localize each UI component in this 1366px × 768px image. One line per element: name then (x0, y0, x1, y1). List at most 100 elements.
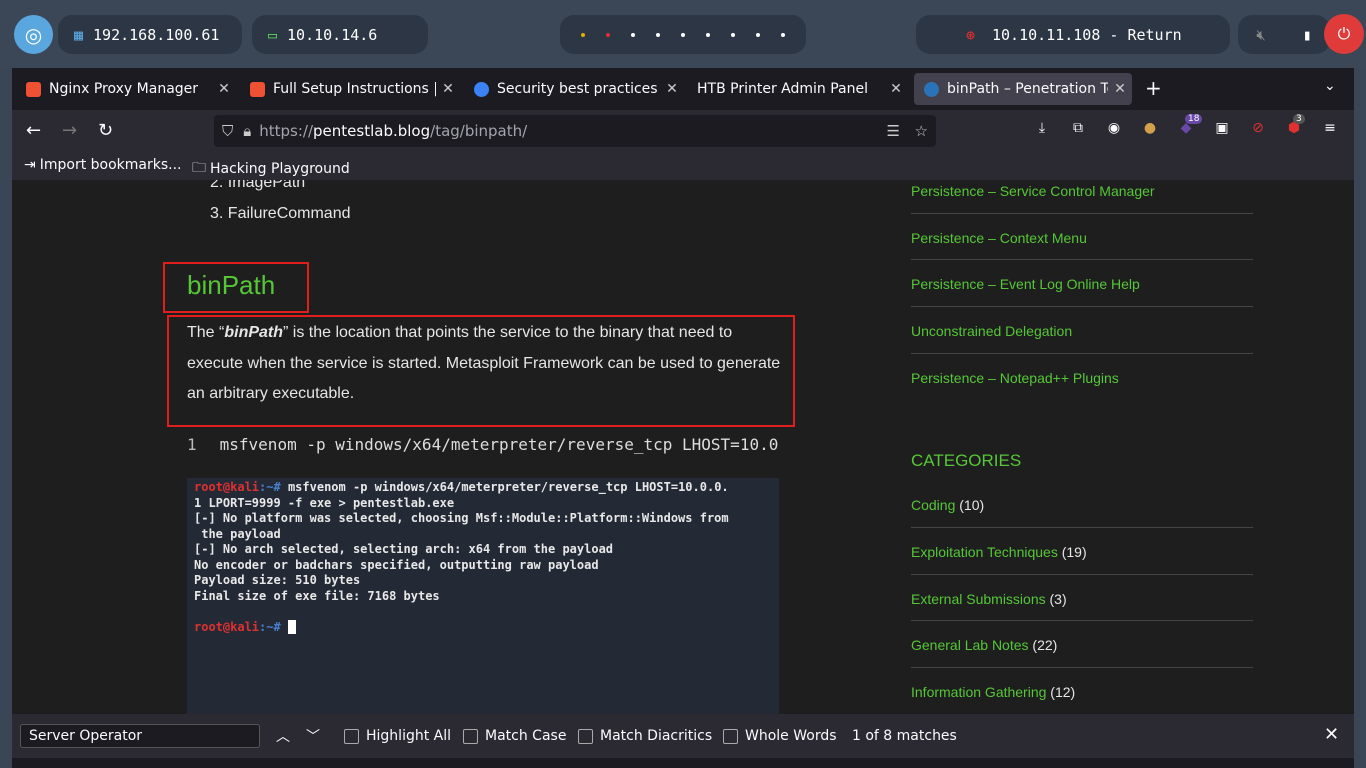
bookmarks-toolbar: ⇥ Import bookmarks... 🗀︎ Hacking Playgroun… (12, 152, 1354, 180)
ext-ublock-icon[interactable]: ⬢ 3 (1284, 114, 1305, 140)
category-name[interactable]: Information Gathering (911, 684, 1046, 700)
chevron-down-icon[interactable]: ⌄ (1324, 78, 1336, 94)
sidebar-link[interactable]: Persistence – Notepad++ Plugins (911, 370, 1253, 386)
tab-binpath[interactable]: binPath – Penetration Tes ✕ (914, 73, 1132, 105)
workspace-1-icon[interactable] (580, 32, 585, 37)
match-case-checkbox[interactable]: Match Case (463, 728, 566, 744)
ext-glasses-icon[interactable]: ◉ (1104, 120, 1124, 140)
import-icon: ⇥ (24, 157, 36, 173)
find-next-icon[interactable]: ﹀ (306, 726, 320, 746)
tab-printer[interactable]: HTB Printer Admin Panel ✕ (688, 73, 908, 105)
workspace-9-icon[interactable] (781, 32, 786, 37)
category-item[interactable]: Coding (10) (911, 497, 1253, 513)
os-top-bar: ◎ ▦ 192.168.100.61 ▭ 10.10.14.6 ⊛ 10.10.11.… (0, 0, 1366, 68)
downloads-icon[interactable]: ⤓ (1032, 120, 1052, 140)
close-tab-icon[interactable]: ✕ (1108, 81, 1132, 97)
workspace-3-icon[interactable] (630, 32, 635, 37)
close-tab-icon[interactable]: ✕ (884, 81, 908, 97)
category-item[interactable]: Exploitation Techniques (19) (911, 544, 1253, 560)
vpn-ip-widget[interactable]: ▭ 10.10.14.6 (252, 15, 428, 54)
url-host: pentestlab.blog (313, 122, 431, 140)
lock-icon[interactable]: 🔒︎ (243, 122, 251, 140)
whole-words-checkbox[interactable]: Whole Words (723, 728, 837, 744)
close-icon[interactable]: ✕ (1324, 724, 1339, 745)
category-item[interactable]: General Lab Notes (22) (911, 637, 1253, 653)
tab-security[interactable]: Security best practices | ✕ (464, 73, 684, 105)
url-bar[interactable]: ⛉ 🔒︎ https://pentestlab.blog/tag/binpath… (214, 115, 936, 147)
category-name[interactable]: Exploitation Techniques (911, 544, 1058, 560)
bookmark-label: Hacking Playground (210, 161, 350, 177)
close-tab-icon[interactable]: ✕ (660, 81, 684, 97)
ext-block-icon[interactable]: ⊘ (1248, 120, 1268, 140)
checkbox-box[interactable] (723, 728, 738, 744)
ext-counter-icon[interactable]: ◆ 18 (1176, 114, 1203, 140)
find-previous-icon[interactable]: ︿ (276, 726, 290, 746)
extensions-icon[interactable]: ⧉ (1068, 120, 1088, 140)
close-tab-icon[interactable]: ✕ (212, 81, 236, 97)
category-name[interactable]: Coding (911, 497, 955, 513)
section-heading: binPath (187, 270, 276, 300)
category-name[interactable]: General Lab Notes (911, 637, 1029, 653)
close-tab-icon[interactable]: ✕ (436, 81, 460, 97)
tray-widget[interactable]: 🔇︎ ▮ (1238, 15, 1330, 54)
category-count: (3) (1049, 591, 1067, 607)
bookmark-label: Import bookmarks... (39, 157, 182, 173)
ext-cookie-icon[interactable]: ● (1140, 120, 1160, 140)
reader-view-icon[interactable]: ☰ (887, 122, 900, 140)
checkbox-box[interactable] (463, 728, 478, 744)
menu-icon[interactable]: ≡ (1320, 120, 1340, 140)
sidebar-link[interactable]: Persistence – Service Control Manager (911, 183, 1253, 199)
bookmark-star-icon[interactable]: ☆ (915, 122, 928, 140)
bookmark-hacking-playground[interactable]: 🗀︎ Hacking Playground (192, 157, 350, 181)
workspace-2-icon[interactable] (605, 32, 610, 37)
browser-window: Nginx Proxy Manager ✕ Full Setup Instruct… (12, 68, 1354, 768)
code-block[interactable]: 1 msfvenom -p windows/x64/meterpreter/re… (187, 432, 779, 456)
workspace-8-icon[interactable] (756, 32, 761, 37)
find-query: Server Operator (29, 728, 143, 744)
tab-label: Full Setup Instructions | N (273, 81, 436, 97)
distro-logo-icon[interactable]: ◎ (14, 15, 53, 54)
workspace-5-icon[interactable] (680, 32, 685, 37)
find-input[interactable]: Server Operator (20, 724, 260, 748)
checkbox-box[interactable] (578, 728, 593, 744)
workspace-6-icon[interactable] (706, 32, 711, 37)
power-icon[interactable]: ⏻ (1324, 14, 1364, 54)
category-item[interactable]: External Submissions (3) (911, 591, 1253, 607)
terminal-line: [-] No platform was selected, choosing M… (194, 511, 729, 525)
battery-icon[interactable]: ▮ (1303, 26, 1312, 44)
forward-icon[interactable]: → (62, 120, 77, 141)
category-name[interactable]: External Submissions (911, 591, 1046, 607)
para-emphasis: binPath (224, 324, 284, 341)
new-tab-icon[interactable]: + (1145, 76, 1162, 100)
ext-badge: 3 (1293, 114, 1305, 124)
reload-icon[interactable]: ↻ (98, 120, 113, 141)
workspace-4-icon[interactable] (655, 32, 660, 37)
sidebar-link[interactable]: Unconstrained Delegation (911, 323, 1253, 339)
target-widget[interactable]: ⊛ 10.10.11.108 - Return (916, 15, 1230, 54)
category-item[interactable]: Information Gathering (12) (911, 684, 1253, 700)
target-label: 10.10.11.108 - Return (992, 25, 1182, 44)
mute-icon[interactable]: 🔇︎ (1256, 26, 1265, 44)
local-ip-widget[interactable]: ▦ 192.168.100.61 (58, 15, 242, 54)
bookmark-import[interactable]: ⇥ Import bookmarks... (24, 157, 182, 173)
terminal-screenshot: root@kali:~# msfvenom -p windows/x64/met… (187, 478, 779, 714)
wordpress-favicon-icon (924, 81, 939, 97)
workspace-7-icon[interactable] (731, 32, 736, 37)
divider (911, 574, 1253, 575)
category-count: (10) (959, 497, 985, 513)
prompt-user: root@kali (194, 619, 260, 634)
workspace-switcher[interactable] (560, 15, 806, 54)
highlight-all-checkbox[interactable]: Highlight All (344, 728, 451, 744)
prompt-path: :~# (259, 619, 281, 634)
terminal-line: the payload (194, 526, 281, 541)
shield-icon[interactable]: ⛉ (222, 122, 233, 140)
tab-strip: Nginx Proxy Manager ✕ Full Setup Instruct… (12, 68, 1354, 110)
ext-image-icon[interactable]: ▣ (1212, 120, 1232, 140)
back-icon[interactable]: ← (26, 120, 41, 141)
tab-nginx[interactable]: Nginx Proxy Manager ✕ (16, 73, 236, 105)
tab-setup[interactable]: Full Setup Instructions | N ✕ (240, 73, 460, 105)
match-diacritics-checkbox[interactable]: Match Diacritics (578, 728, 712, 744)
sidebar-link[interactable]: Persistence – Context Menu (911, 230, 1253, 246)
checkbox-box[interactable] (344, 728, 359, 744)
sidebar-link[interactable]: Persistence – Event Log Online Help (911, 276, 1253, 292)
